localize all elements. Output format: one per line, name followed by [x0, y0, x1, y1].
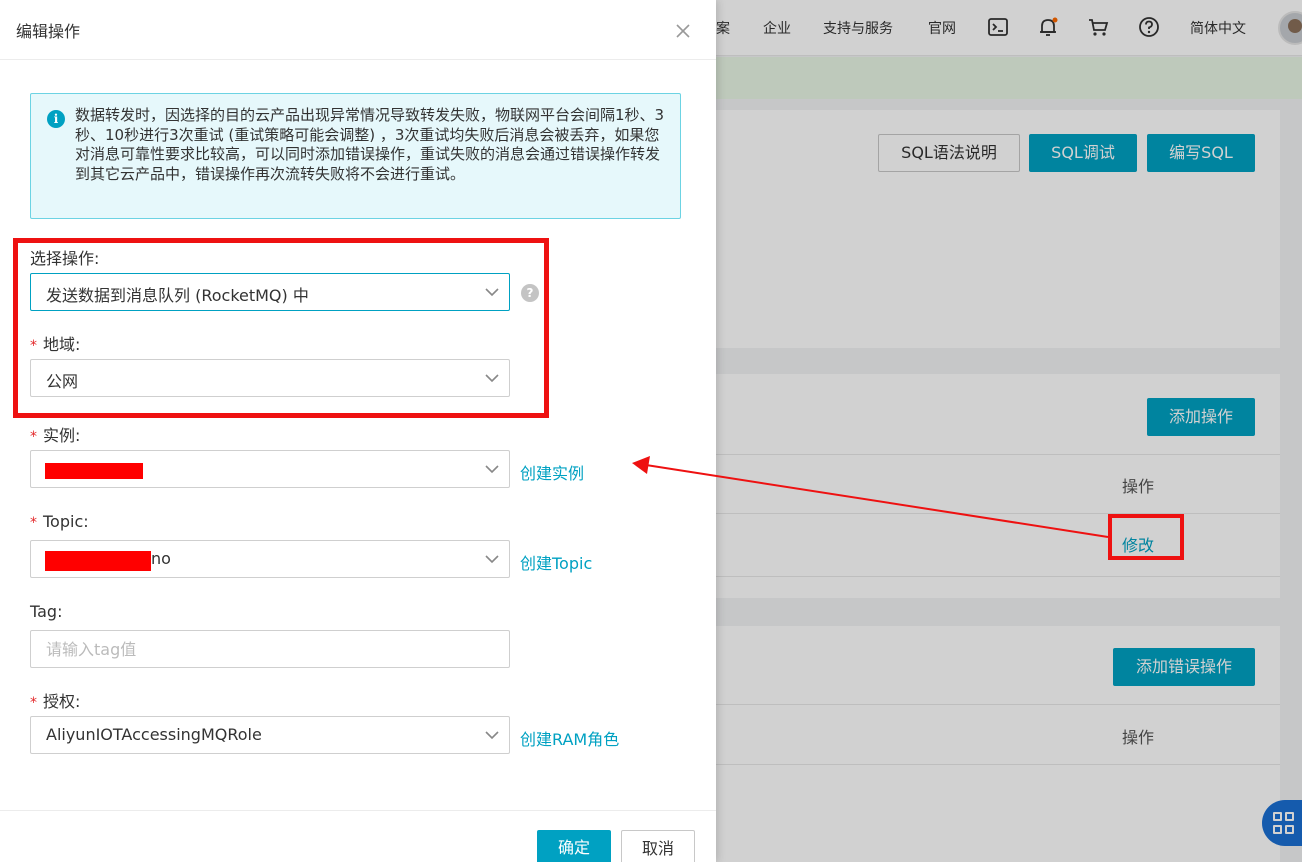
close-icon[interactable]	[672, 20, 694, 42]
notice-text: 数据转发时，因选择的目的云产品出现异常情况导致转发失败，物联网平台会间隔1秒、3…	[75, 106, 665, 183]
required-mark: *	[30, 429, 37, 445]
tag-label: Tag:	[30, 602, 63, 621]
create-ram-role-link[interactable]: 创建RAM角色	[520, 726, 619, 750]
auth-label-text: 授权:	[43, 692, 81, 711]
topic-select[interactable]: no	[30, 540, 510, 578]
redacted-instance	[45, 463, 143, 479]
instance-label-text: 实例:	[43, 426, 81, 445]
edit-action-drawer: 编辑操作 i 数据转发时，因选择的目的云产品出现异常情况导致转发失败，物联网平台…	[0, 0, 716, 862]
required-mark: *	[30, 515, 37, 531]
cancel-button[interactable]: 取消	[621, 830, 695, 862]
annotation-box-form	[13, 238, 549, 418]
drawer-title: 编辑操作	[16, 22, 81, 41]
retry-notice: i 数据转发时，因选择的目的云产品出现异常情况导致转发失败，物联网平台会间隔1秒…	[30, 93, 681, 219]
create-topic-link[interactable]: 创建Topic	[520, 550, 592, 574]
drawer-footer-divider	[0, 810, 716, 811]
chevron-down-icon	[485, 465, 499, 474]
info-icon: i	[47, 110, 65, 128]
topic-label-text: Topic:	[43, 512, 89, 531]
auth-select[interactable]: AliyunIOTAccessingMQRole	[30, 716, 510, 754]
redacted-topic	[45, 551, 151, 571]
create-instance-link[interactable]: 创建实例	[520, 460, 584, 484]
topic-label: * Topic:	[30, 512, 89, 531]
auth-label: * 授权:	[30, 688, 80, 712]
confirm-button[interactable]: 确定	[537, 830, 611, 862]
tag-input[interactable]	[30, 630, 510, 668]
instance-label: * 实例:	[30, 422, 80, 446]
chevron-down-icon	[485, 731, 499, 740]
topic-select-value: no	[151, 549, 171, 568]
instance-select[interactable]	[30, 450, 510, 488]
required-mark: *	[30, 695, 37, 711]
auth-select-value: AliyunIOTAccessingMQRole	[46, 725, 262, 744]
chevron-down-icon	[485, 555, 499, 564]
annotation-box-modify	[1108, 514, 1184, 560]
drawer-header: 编辑操作	[0, 0, 716, 60]
